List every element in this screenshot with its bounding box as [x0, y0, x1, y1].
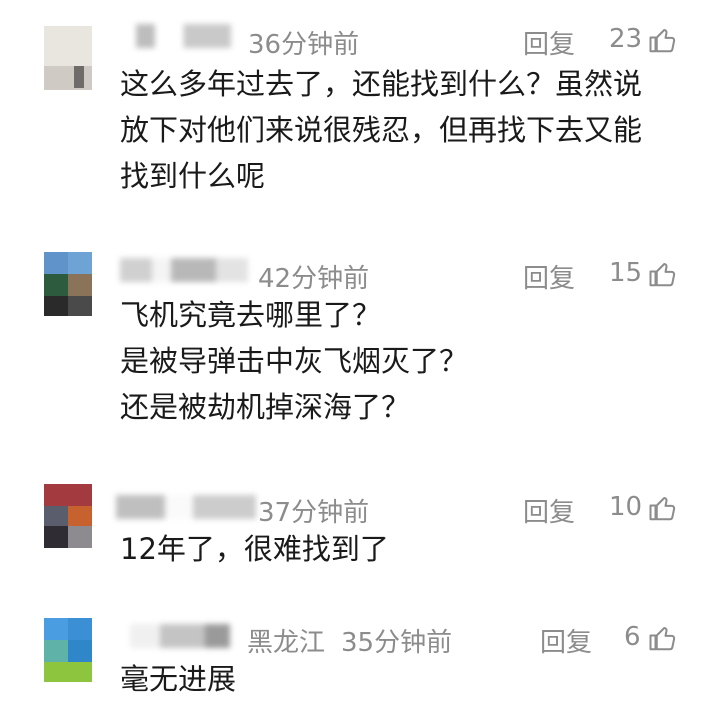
- comment-time: 36分钟前: [248, 30, 360, 60]
- comment-text: 12年了，很难找到了: [120, 526, 389, 572]
- comment-text: 飞机究竟去哪里了？ 是被导弹击中灰飞烟灭了？ 还是被劫机掉深海了？: [120, 292, 468, 430]
- comment-line: 找到什么呢: [120, 159, 266, 193]
- comment-line: 是被导弹击中灰飞烟灭了？: [120, 344, 469, 378]
- reply-button[interactable]: 回复: [523, 492, 575, 529]
- like-count: 10: [609, 492, 643, 522]
- reply-button[interactable]: 回复: [523, 24, 575, 61]
- avatar[interactable]: [44, 484, 92, 548]
- like-count: 15: [609, 258, 643, 288]
- avatar[interactable]: [44, 26, 92, 90]
- username-blurred[interactable]: [130, 624, 230, 648]
- comment-time: 37分钟前: [258, 498, 370, 528]
- avatar[interactable]: [44, 618, 92, 682]
- username-blurred[interactable]: [136, 24, 231, 48]
- comment-line: 12年了，很难找到了: [120, 532, 389, 566]
- comment-location: 黑龙江: [247, 628, 326, 658]
- thumbs-up-icon[interactable]: [648, 25, 678, 55]
- comment-time: 42分钟前: [258, 264, 370, 294]
- comment-text: 毫无进展: [120, 656, 236, 702]
- comment-line: 飞机究竟去哪里了？: [120, 298, 382, 332]
- thumbs-up-icon[interactable]: [648, 259, 678, 289]
- username-blurred[interactable]: [116, 495, 256, 519]
- reply-button[interactable]: 回复: [523, 258, 575, 295]
- thumbs-up-icon[interactable]: [648, 623, 678, 653]
- comment-line: 还是被劫机掉深海了？: [120, 390, 411, 424]
- like-count: 23: [609, 24, 643, 54]
- comment-text: 这么多年过去了，还能找到什么？虽然说 放下对他们来说很残忍，但再找下去又能 找到…: [120, 61, 642, 199]
- username-blurred[interactable]: [120, 258, 248, 282]
- comment-line: 毫无进展: [120, 662, 237, 696]
- reply-button[interactable]: 回复: [540, 622, 592, 659]
- thumbs-up-icon[interactable]: [648, 493, 678, 523]
- avatar[interactable]: [44, 252, 92, 316]
- comment-line: 这么多年过去了，还能找到什么？虽然说: [120, 67, 643, 101]
- comment-line: 放下对他们来说很残忍，但再找下去又能: [120, 113, 643, 147]
- like-count: 6: [624, 622, 641, 652]
- comment-time: 35分钟前: [341, 628, 453, 658]
